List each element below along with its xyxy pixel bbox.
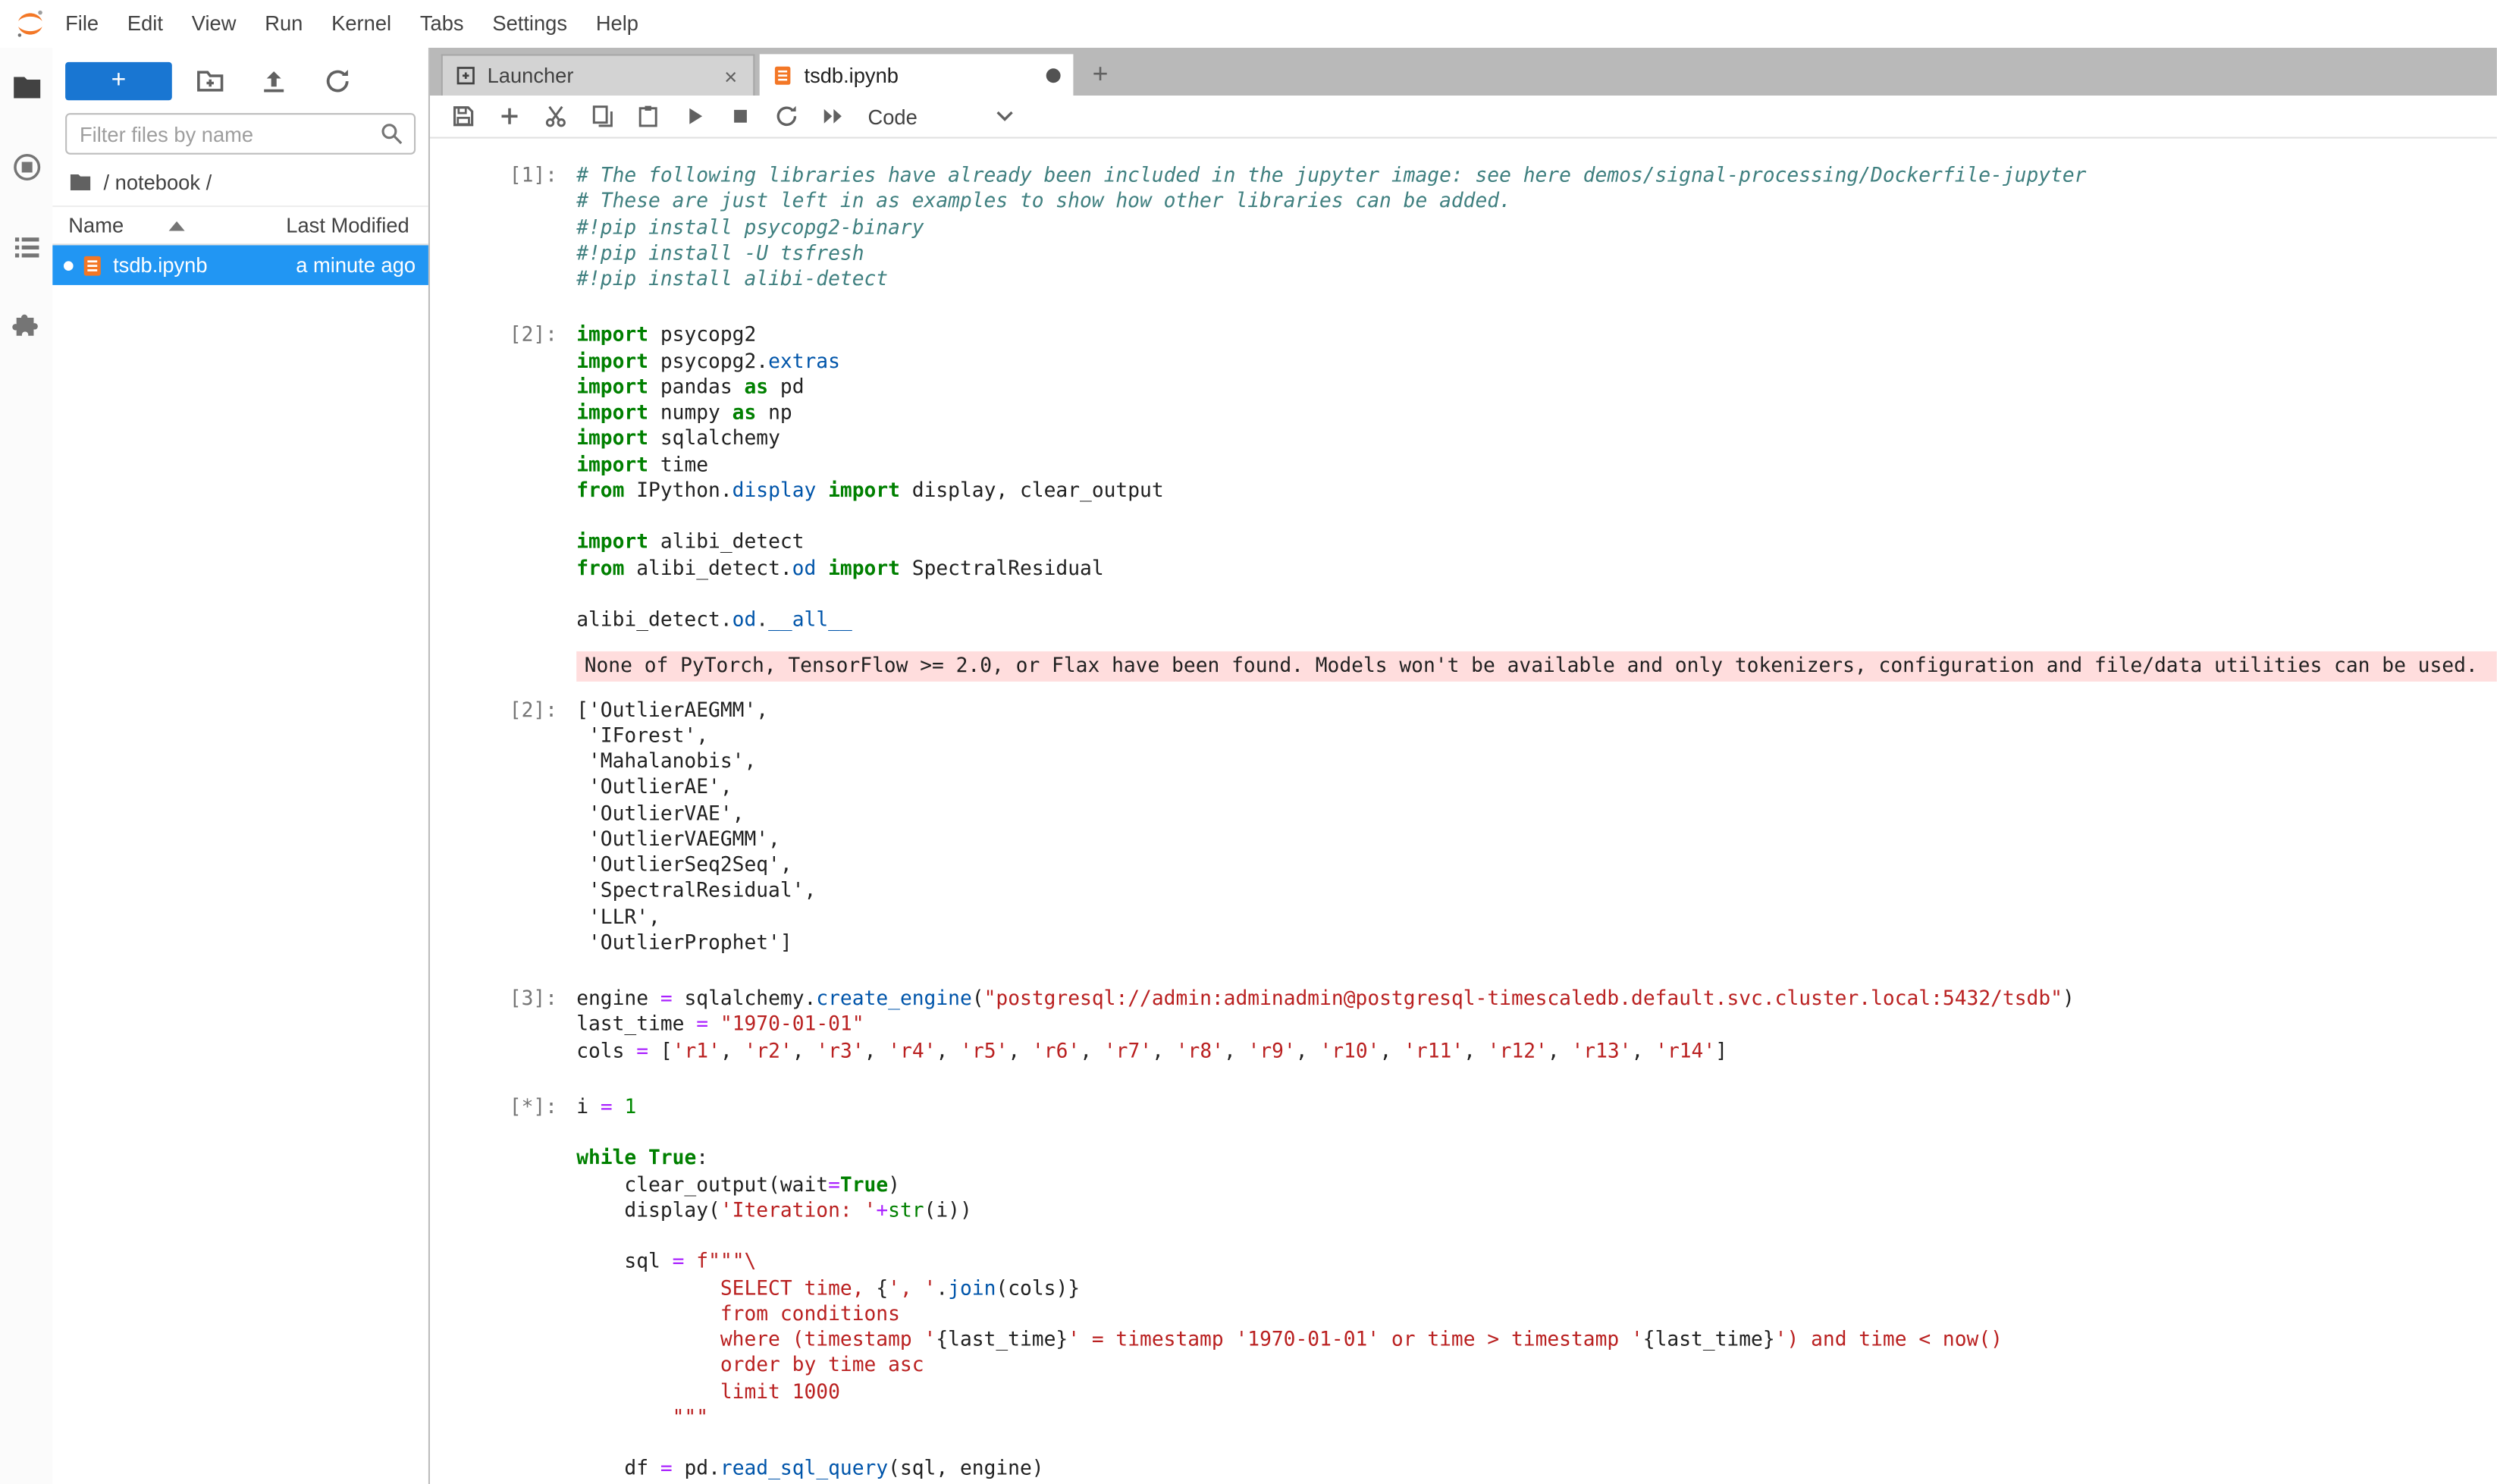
breadcrumb[interactable]: / notebook / <box>52 155 428 206</box>
upload-button[interactable] <box>242 62 306 100</box>
main-dock-panel: Launcher × tsdb.ipynb + <box>430 48 2497 1484</box>
file-list-header: Name Last Modified <box>52 206 428 246</box>
menu-edit[interactable]: Edit <box>113 0 177 48</box>
menu-bar: File Edit View Run Kernel Tabs Settings … <box>0 0 2497 48</box>
column-last-modified[interactable]: Last Modified <box>286 213 409 237</box>
tab-label: Launcher <box>488 64 721 87</box>
fast-forward-icon <box>819 104 845 130</box>
save-icon <box>450 104 475 130</box>
tab-launcher[interactable]: Launcher × <box>441 54 755 96</box>
restart-kernel-button[interactable] <box>763 95 809 138</box>
menu-tabs[interactable]: Tabs <box>406 0 478 48</box>
scissors-icon <box>542 104 568 130</box>
menu-run[interactable]: Run <box>250 0 317 48</box>
column-name[interactable]: Name <box>68 213 124 237</box>
folder-icon <box>11 71 42 103</box>
add-tab-button[interactable]: + <box>1078 54 1123 96</box>
sidebar-tab-file-browser[interactable] <box>0 48 52 127</box>
jupyterlab-window: File Edit View Run Kernel Tabs Settings … <box>0 0 2497 1484</box>
upload-icon <box>259 67 288 96</box>
sidebar-tab-table-of-contents[interactable] <box>0 207 52 287</box>
notebook-panel[interactable]: [1]:# The following libraries have alrea… <box>430 139 2497 1484</box>
file-modified: a minute ago <box>296 253 416 278</box>
file-name: tsdb.ipynb <box>113 253 296 278</box>
cell-output-prompt: [2]: <box>430 697 576 955</box>
puzzle-icon <box>11 310 42 342</box>
notebook-icon <box>81 254 103 276</box>
sort-ascending-icon[interactable] <box>168 221 184 231</box>
stop-icon <box>727 104 753 130</box>
cell-input-prompt: [1]: <box>430 162 576 292</box>
new-folder-icon <box>196 67 224 96</box>
copy-icon <box>588 104 614 130</box>
breadcrumb-path: / notebook / <box>104 171 212 194</box>
cell-output-prompt <box>430 651 576 680</box>
launcher-icon <box>456 65 476 86</box>
cell-input-prompt: [2]: <box>430 322 576 633</box>
file-browser-toolbar: + <box>52 48 428 113</box>
tab-label: tsdb.ipynb <box>805 63 1046 87</box>
menu-help[interactable]: Help <box>582 0 653 48</box>
notebook-icon <box>772 64 792 85</box>
search-icon <box>379 121 405 147</box>
insert-cell-button[interactable] <box>486 95 532 138</box>
chevron-down-icon <box>996 110 1015 123</box>
menu-settings[interactable]: Settings <box>478 0 581 48</box>
new-launcher-button[interactable]: + <box>65 62 172 100</box>
menu-kernel[interactable]: Kernel <box>317 0 406 48</box>
plus-icon <box>496 104 522 130</box>
refresh-icon <box>323 67 352 96</box>
code-cell: [2]:import psycopg2 import psycopg2.extr… <box>430 314 2497 963</box>
sidebar-tab-extensions[interactable] <box>0 287 52 366</box>
paste-cells-button[interactable] <box>624 95 670 138</box>
paste-icon <box>635 104 660 130</box>
menu-file[interactable]: File <box>51 0 113 48</box>
copy-cells-button[interactable] <box>578 95 624 138</box>
cell-output: ['OutlierAEGMM', 'IForest', 'Mahalanobis… <box>576 697 2497 955</box>
close-icon[interactable]: × <box>721 63 741 89</box>
cell-input-prompt: [*]: <box>430 1093 576 1482</box>
file-filter <box>65 113 416 155</box>
file-open-indicator-dot <box>64 260 74 270</box>
code-editor[interactable]: engine = sqlalchemy.create_engine("postg… <box>576 986 2497 1063</box>
code-cell: [1]:# The following libraries have alrea… <box>430 155 2497 300</box>
new-folder-button[interactable] <box>178 62 242 100</box>
jupyter-logo-icon <box>13 6 48 41</box>
notebook-cells: [1]:# The following libraries have alrea… <box>430 155 2497 1484</box>
restart-icon <box>773 104 799 130</box>
list-icon <box>11 231 42 263</box>
cell-type-select[interactable]: Code <box>868 95 1015 138</box>
stderr-output: None of PyTorch, TensorFlow >= 2.0, or F… <box>576 651 2497 680</box>
code-editor[interactable]: import psycopg2 import psycopg2.extras i… <box>576 322 2497 633</box>
sidebar-tab-running-kernels[interactable] <box>0 127 52 207</box>
cell-input-prompt: [3]: <box>430 986 576 1063</box>
left-activity-bar <box>0 48 52 1484</box>
dock-tab-bar: Launcher × tsdb.ipynb + <box>430 48 2497 96</box>
stop-circle-icon <box>11 151 42 183</box>
file-filter-input[interactable] <box>65 113 416 155</box>
file-browser-panel: + <box>52 48 430 1484</box>
refresh-button[interactable] <box>306 62 369 100</box>
code-editor[interactable]: # The following libraries have already b… <box>576 162 2497 292</box>
code-cell: [*]:i = 1 while True: clear_output(wait=… <box>430 1086 2497 1484</box>
run-cell-button[interactable] <box>670 95 717 138</box>
notebook-toolbar: Code <box>430 96 2497 139</box>
cell-type-value: Code <box>868 105 918 129</box>
tab-tsdb-ipynb[interactable]: tsdb.ipynb <box>760 54 1074 96</box>
run-icon <box>681 104 707 130</box>
cut-cells-button[interactable] <box>532 95 578 138</box>
save-button[interactable] <box>440 95 486 138</box>
menu-view[interactable]: View <box>177 0 251 48</box>
code-editor[interactable]: i = 1 while True: clear_output(wait=True… <box>576 1093 2497 1482</box>
restart-run-all-button[interactable] <box>809 95 855 138</box>
unsaved-changes-dot[interactable] <box>1046 67 1061 82</box>
code-cell: [3]:engine = sqlalchemy.create_engine("p… <box>430 977 2497 1071</box>
interrupt-kernel-button[interactable] <box>717 95 763 138</box>
home-folder-icon <box>68 171 93 194</box>
file-row-tsdb-ipynb[interactable]: tsdb.ipynb a minute ago <box>52 245 428 285</box>
